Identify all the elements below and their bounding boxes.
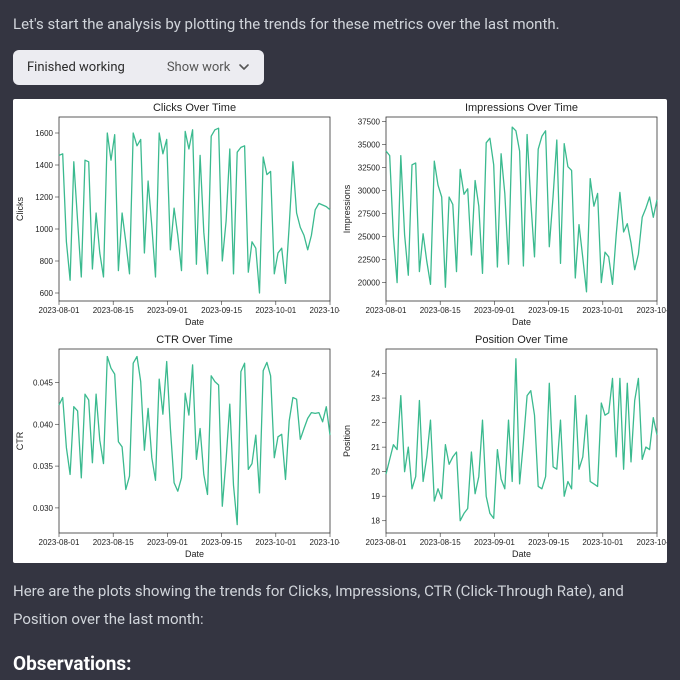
svg-text:Date: Date [512, 317, 531, 327]
chart-ctr: 0.030 0.035 0.040 0.045 2023-08-01 2023-08-15… [13, 331, 340, 563]
svg-text:CTR Over Time: CTR Over Time [156, 334, 232, 346]
svg-text:22: 22 [371, 418, 380, 427]
svg-text:2023-09-15: 2023-09-15 [201, 306, 242, 315]
svg-text:30000: 30000 [358, 186, 381, 195]
svg-text:Date: Date [512, 549, 531, 559]
svg-text:20: 20 [371, 467, 380, 476]
svg-text:23: 23 [371, 394, 380, 403]
svg-text:0.040: 0.040 [33, 420, 54, 429]
chart-impressions: 20000 22500 25000 27500 30000 32500 35000 37500… [340, 99, 667, 331]
svg-text:25000: 25000 [358, 232, 381, 241]
svg-text:Clicks Over Time: Clicks Over Time [153, 102, 236, 114]
show-work-label: Show work [167, 60, 230, 75]
svg-text:2023-09-15: 2023-09-15 [528, 538, 569, 547]
description-text: Here are the plots showing the trends fo… [13, 577, 667, 634]
svg-text:0.035: 0.035 [33, 462, 54, 471]
svg-text:2023-08-01: 2023-08-01 [39, 306, 80, 315]
svg-text:19: 19 [371, 492, 380, 501]
svg-text:Impressions Over Time: Impressions Over Time [465, 102, 578, 114]
svg-text:1600: 1600 [35, 129, 53, 138]
svg-text:Position Over Time: Position Over Time [475, 334, 568, 346]
intro-text: Let's start the analysis by plotting the… [13, 13, 667, 36]
svg-text:2023-10-01: 2023-10-01 [582, 306, 623, 315]
svg-text:2023-09-01: 2023-09-01 [474, 538, 515, 547]
svg-text:2023-10-15: 2023-10-15 [637, 306, 667, 315]
svg-text:2023-08-01: 2023-08-01 [366, 306, 407, 315]
svg-text:2023-08-01: 2023-08-01 [39, 538, 80, 547]
svg-text:1200: 1200 [35, 193, 53, 202]
svg-text:Impressions: Impressions [342, 184, 352, 233]
svg-text:1000: 1000 [35, 225, 53, 234]
svg-text:20000: 20000 [358, 278, 381, 287]
status-label: Finished working [27, 60, 125, 75]
svg-text:2023-09-15: 2023-09-15 [201, 538, 242, 547]
svg-text:2023-08-15: 2023-08-15 [93, 538, 134, 547]
svg-text:Position: Position [342, 424, 352, 456]
svg-text:800: 800 [40, 257, 54, 266]
svg-text:2023-10-01: 2023-10-01 [255, 306, 296, 315]
svg-text:37500: 37500 [358, 117, 381, 126]
svg-text:0.030: 0.030 [33, 503, 54, 512]
svg-text:2023-09-01: 2023-09-01 [147, 538, 188, 547]
svg-text:2023-09-15: 2023-09-15 [528, 306, 569, 315]
svg-text:Date: Date [185, 317, 204, 327]
svg-text:2023-08-01: 2023-08-01 [366, 538, 407, 547]
svg-text:2023-09-01: 2023-09-01 [474, 306, 515, 315]
chart-position: 18 19 20 21 22 23 24 2023-08-01 2023-08-15 2023-0… [340, 331, 667, 563]
svg-text:32500: 32500 [358, 163, 381, 172]
svg-text:2023-08-15: 2023-08-15 [93, 306, 134, 315]
svg-text:18: 18 [371, 516, 380, 525]
svg-text:22500: 22500 [358, 255, 381, 264]
svg-text:2023-10-15: 2023-10-15 [310, 306, 340, 315]
svg-text:27500: 27500 [358, 209, 381, 218]
svg-text:600: 600 [40, 289, 54, 298]
svg-text:2023-10-15: 2023-10-15 [637, 538, 667, 547]
svg-text:21: 21 [371, 443, 380, 452]
svg-text:2023-10-15: 2023-10-15 [310, 538, 340, 547]
svg-text:CTR: CTR [15, 431, 25, 450]
finished-working-toggle[interactable]: Finished working Show work [13, 50, 264, 85]
svg-text:2023-08-15: 2023-08-15 [420, 538, 461, 547]
svg-text:2023-10-01: 2023-10-01 [582, 538, 623, 547]
svg-text:35000: 35000 [358, 140, 381, 149]
svg-text:1400: 1400 [35, 161, 53, 170]
svg-text:Clicks: Clicks [15, 196, 25, 220]
chevron-down-icon [238, 61, 250, 73]
svg-text:2023-09-01: 2023-09-01 [147, 306, 188, 315]
svg-text:0.045: 0.045 [33, 378, 54, 387]
svg-text:2023-10-01: 2023-10-01 [255, 538, 296, 547]
svg-text:2023-08-15: 2023-08-15 [420, 306, 461, 315]
chart-panel: 600 800 1000 1200 1400 1600 2023-08-01 2023-08-… [13, 99, 667, 563]
observations-heading: Observations: [13, 652, 667, 675]
chart-clicks: 600 800 1000 1200 1400 1600 2023-08-01 2023-08-… [13, 99, 340, 331]
svg-text:24: 24 [371, 369, 380, 378]
svg-text:Date: Date [185, 549, 204, 559]
